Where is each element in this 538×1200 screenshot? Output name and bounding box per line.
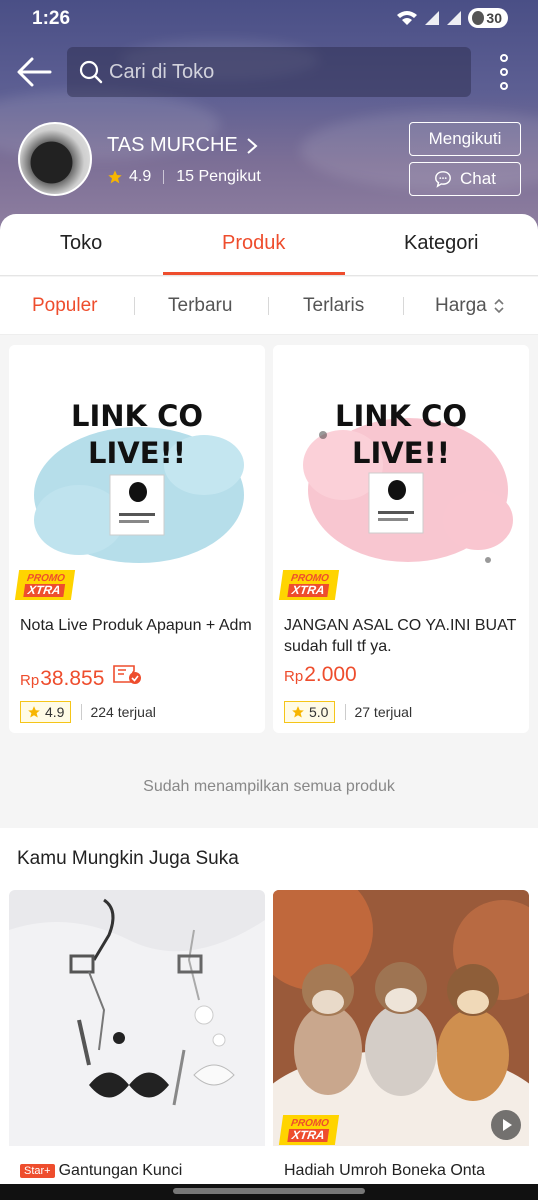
shop-followers: 15 Pengikut — [176, 168, 261, 185]
divider — [134, 297, 135, 315]
sort-bar: Populer Terbaru Terlaris Harga — [0, 277, 538, 335]
signal-icon — [425, 11, 440, 25]
back-arrow-icon[interactable] — [16, 56, 52, 88]
sold-count: 224 terjual — [81, 704, 156, 720]
active-tab-indicator — [163, 272, 345, 275]
image-text: LINK CO — [335, 399, 467, 433]
battery-level: 30 — [486, 10, 502, 26]
recommendation-section: Kamu Mungkin Juga Suka Star+ Gantungan K… — [0, 828, 538, 1200]
star-icon — [108, 170, 122, 184]
rating-box: 4.9 — [20, 701, 72, 723]
divider — [403, 297, 404, 315]
recommended-product-card[interactable]: PROMO XTRA Hadiah Umroh Boneka Onta — [273, 890, 529, 1200]
tab-kategori[interactable]: Kategori — [404, 232, 479, 255]
image-text: LIVE!! — [352, 436, 450, 470]
recommendation-title: Kamu Mungkin Juga Suka — [17, 848, 239, 869]
recommended-product-title: Hadiah Umroh Boneka Onta — [284, 1162, 485, 1179]
home-indicator[interactable] — [173, 1188, 365, 1194]
product-image: LINK CO LIVE!! — [273, 345, 529, 601]
wifi-icon — [397, 11, 418, 25]
play-video-icon[interactable] — [491, 1110, 521, 1140]
voucher-icon — [113, 665, 142, 684]
product-card[interactable]: LINK CO LIVE!! PROMO XTRA JANGAN ASAL CO… — [273, 345, 529, 733]
sort-harga-label: Harga — [435, 295, 487, 316]
promo-xtra-badge: PROMO XTRA — [278, 570, 340, 600]
shop-avatar[interactable] — [18, 122, 92, 196]
search-input[interactable] — [109, 60, 449, 84]
sold-count: 27 terjual — [345, 704, 412, 720]
system-nav-bar — [0, 1184, 538, 1200]
divider — [163, 170, 165, 184]
recommended-product-title: Star+ Gantungan Kunci — [20, 1162, 182, 1180]
star-plus-badge: Star+ — [20, 1164, 55, 1178]
shop-meta: 4.9 15 Pengikut — [107, 168, 261, 186]
image-text: LIVE!! — [88, 436, 186, 470]
rating-box: 5.0 — [284, 701, 336, 723]
sort-toggle-icon — [494, 298, 504, 314]
shop-tabs: Toko Produk Kategori — [0, 214, 538, 276]
recommended-product-card[interactable]: Star+ Gantungan Kunci — [9, 890, 265, 1200]
star-icon — [292, 706, 304, 718]
product-rating: 4.9 224 terjual — [20, 701, 156, 723]
shop-rating: 4.9 — [129, 168, 152, 185]
status-icons: 30 — [396, 8, 508, 28]
image-text: LINK CO — [71, 399, 203, 433]
chat-button[interactable]: Chat — [409, 162, 521, 196]
divider — [268, 297, 269, 315]
battery-indicator: 30 — [468, 8, 508, 28]
chevron-right-icon — [247, 137, 258, 154]
following-button[interactable]: Mengikuti — [409, 122, 521, 156]
tab-toko[interactable]: Toko — [60, 232, 102, 255]
sort-harga[interactable]: Harga — [435, 295, 505, 317]
status-bar: 1:26 30 — [0, 0, 538, 38]
product-title: JANGAN ASAL CO YA.INI BUAT sudah full tf… — [284, 617, 517, 655]
product-image: LINK CO LIVE!! — [9, 345, 265, 601]
sort-populer[interactable]: Populer — [32, 295, 98, 317]
promo-xtra-badge: PROMO XTRA — [14, 570, 76, 600]
end-of-list-note: Sudah menampilkan semua produk — [143, 778, 395, 795]
shop-name-link[interactable]: TAS MURCHE — [107, 134, 258, 157]
shop-header: 1:26 30 TAS MURCHE 4.9 15 Pengikut — [0, 0, 538, 232]
product-price: Rp 38.855 — [20, 663, 142, 691]
chat-icon — [435, 171, 451, 188]
product-title: Nota Live Produk Apapun + Adm — [20, 617, 252, 634]
sort-terbaru[interactable]: Terbaru — [168, 295, 232, 317]
shop-name: TAS MURCHE — [107, 134, 238, 156]
more-options-icon[interactable] — [494, 54, 514, 90]
charging-icon — [472, 11, 485, 25]
star-icon — [28, 706, 40, 718]
sort-terlaris[interactable]: Terlaris — [303, 295, 364, 317]
product-rating: 5.0 27 terjual — [284, 701, 412, 723]
signal-icon — [447, 11, 462, 25]
tab-produk[interactable]: Produk — [222, 232, 285, 255]
promo-xtra-badge: PROMO XTRA — [278, 1115, 340, 1145]
status-time: 1:26 — [32, 8, 71, 29]
product-price: Rp 2.000 — [284, 663, 357, 686]
product-image — [9, 890, 265, 1146]
search-icon — [79, 60, 103, 84]
product-card[interactable]: LINK CO LIVE!! PROMO XTRA Nota Live Prod… — [9, 345, 265, 733]
chat-label: Chat — [460, 169, 496, 188]
product-image — [273, 890, 529, 1146]
following-label: Mengikuti — [428, 129, 502, 148]
shop-search-bar[interactable] — [67, 47, 471, 97]
